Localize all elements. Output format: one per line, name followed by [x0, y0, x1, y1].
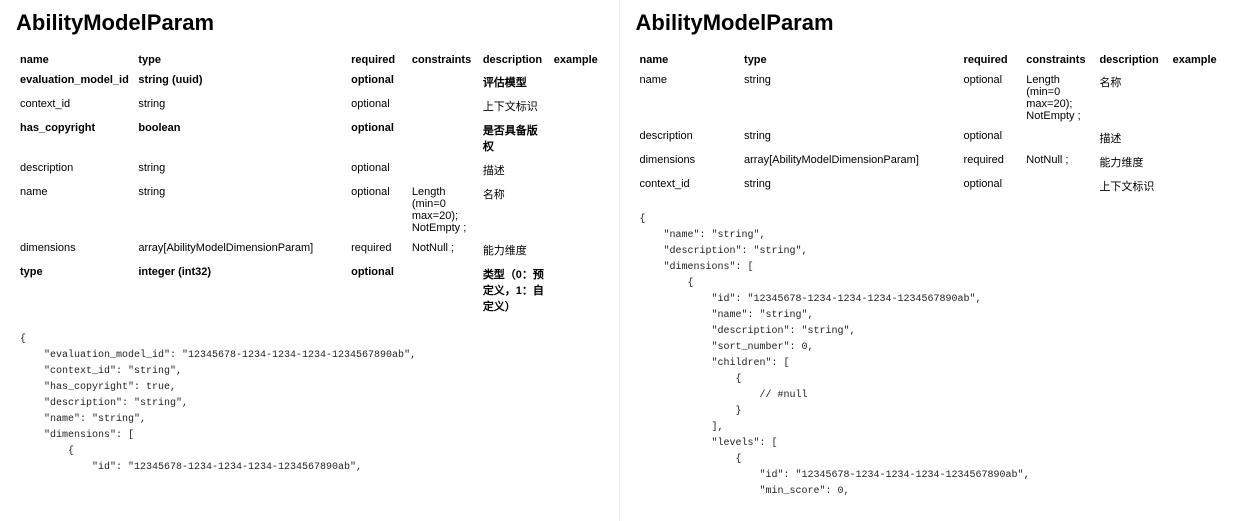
hdr-name: name — [16, 50, 134, 70]
cell-type: integer (int32) — [134, 262, 347, 318]
right-table: name type required constraints descripti… — [636, 50, 1224, 198]
table-row: has_copyrightbooleanoptional 是否具备版权 — [16, 118, 603, 158]
right-title: AbilityModelParam — [636, 10, 1224, 36]
cell-constraints — [408, 70, 479, 94]
cell-required: optional — [960, 174, 1023, 198]
table-row: descriptionstringoptional 描述 — [16, 158, 603, 182]
cell-constraints: NotNull ; — [1022, 150, 1095, 174]
left-panel: AbilityModelParam name type required con… — [0, 0, 620, 521]
cell-description: 描述 — [479, 158, 550, 182]
hdr-name: name — [636, 50, 741, 70]
cell-type: string — [134, 182, 347, 238]
cell-example — [550, 238, 603, 262]
cell-example — [550, 262, 603, 318]
table-row: namestringoptionalLength (min=0 max=20);… — [636, 70, 1224, 126]
table-row: dimensionsarray[AbilityModelDimensionPar… — [16, 238, 603, 262]
cell-required: optional — [347, 94, 408, 118]
cell-description: 名称 — [1095, 70, 1168, 126]
cell-example — [550, 118, 603, 158]
cell-required: optional — [347, 262, 408, 318]
cell-required: optional — [960, 70, 1023, 126]
cell-name: context_id — [636, 174, 741, 198]
cell-example — [550, 158, 603, 182]
left-table: name type required constraints descripti… — [16, 50, 603, 318]
cell-type: boolean — [134, 118, 347, 158]
table-row: typeinteger (int32)optional 类型（0：预定义，1：自定… — [16, 262, 603, 318]
hdr-required: required — [960, 50, 1023, 70]
hdr-constraints: constraints — [408, 50, 479, 70]
cell-example — [550, 94, 603, 118]
cell-type: string — [134, 158, 347, 182]
cell-name: has_copyright — [16, 118, 134, 158]
cell-description: 能力维度 — [479, 238, 550, 262]
cell-example — [1169, 174, 1223, 198]
left-code: { "evaluation_model_id": "12345678-1234-… — [16, 332, 603, 476]
table-row: context_idstringoptional 上下文标识 — [636, 174, 1224, 198]
table-row: descriptionstringoptional 描述 — [636, 126, 1224, 150]
cell-name: description — [636, 126, 741, 150]
cell-type: string (uuid) — [134, 70, 347, 94]
cell-constraints — [408, 94, 479, 118]
cell-constraints: NotNull ; — [408, 238, 479, 262]
cell-name: evaluation_model_id — [16, 70, 134, 94]
hdr-description: description — [1095, 50, 1168, 70]
cell-constraints: Length (min=0 max=20); NotEmpty ; — [408, 182, 479, 238]
cell-description: 名称 — [479, 182, 550, 238]
cell-required: optional — [347, 70, 408, 94]
right-code: { "name": "string", "description": "stri… — [636, 212, 1224, 500]
cell-description: 是否具备版权 — [479, 118, 550, 158]
cell-example — [1169, 126, 1223, 150]
cell-example — [1169, 150, 1223, 174]
cell-description: 类型（0：预定义，1：自定义） — [479, 262, 550, 318]
cell-name: context_id — [16, 94, 134, 118]
cell-required: optional — [347, 158, 408, 182]
cell-type: string — [740, 126, 960, 150]
table-row: context_idstringoptional 上下文标识 — [16, 94, 603, 118]
hdr-type: type — [740, 50, 960, 70]
cell-description: 上下文标识 — [1095, 174, 1168, 198]
cell-constraints: Length (min=0 max=20); NotEmpty ; — [1022, 70, 1095, 126]
left-title: AbilityModelParam — [16, 10, 603, 36]
cell-name: dimensions — [16, 238, 134, 262]
hdr-required: required — [347, 50, 408, 70]
cell-required: optional — [960, 126, 1023, 150]
hdr-example: example — [1169, 50, 1223, 70]
hdr-type: type — [134, 50, 347, 70]
left-tbody: evaluation_model_idstring (uuid)optional… — [16, 70, 603, 318]
cell-required: required — [960, 150, 1023, 174]
cell-example — [550, 182, 603, 238]
cell-required: required — [347, 238, 408, 262]
cell-example — [550, 70, 603, 94]
cell-type: array[AbilityModelDimensionParam] — [740, 150, 960, 174]
hdr-description: description — [479, 50, 550, 70]
cell-type: string — [740, 174, 960, 198]
cell-type: array[AbilityModelDimensionParam] — [134, 238, 347, 262]
cell-example — [1169, 70, 1223, 126]
cell-constraints — [408, 118, 479, 158]
hdr-example: example — [550, 50, 603, 70]
cell-description: 描述 — [1095, 126, 1168, 150]
cell-description: 评估模型 — [479, 70, 550, 94]
cell-type: string — [740, 70, 960, 126]
hdr-constraints: constraints — [1022, 50, 1095, 70]
cell-type: string — [134, 94, 347, 118]
right-panel: AbilityModelParam name type required con… — [620, 0, 1239, 521]
right-tbody: namestringoptionalLength (min=0 max=20);… — [636, 70, 1224, 198]
table-row: dimensionsarray[AbilityModelDimensionPar… — [636, 150, 1224, 174]
cell-constraints — [1022, 174, 1095, 198]
cell-name: name — [16, 182, 134, 238]
cell-constraints — [1022, 126, 1095, 150]
cell-description: 上下文标识 — [479, 94, 550, 118]
cell-description: 能力维度 — [1095, 150, 1168, 174]
cell-required: optional — [347, 182, 408, 238]
cell-constraints — [408, 262, 479, 318]
table-row: evaluation_model_idstring (uuid)optional… — [16, 70, 603, 94]
cell-constraints — [408, 158, 479, 182]
cell-name: dimensions — [636, 150, 741, 174]
cell-name: name — [636, 70, 741, 126]
table-row: namestringoptionalLength (min=0 max=20);… — [16, 182, 603, 238]
cell-name: description — [16, 158, 134, 182]
cell-required: optional — [347, 118, 408, 158]
cell-name: type — [16, 262, 134, 318]
